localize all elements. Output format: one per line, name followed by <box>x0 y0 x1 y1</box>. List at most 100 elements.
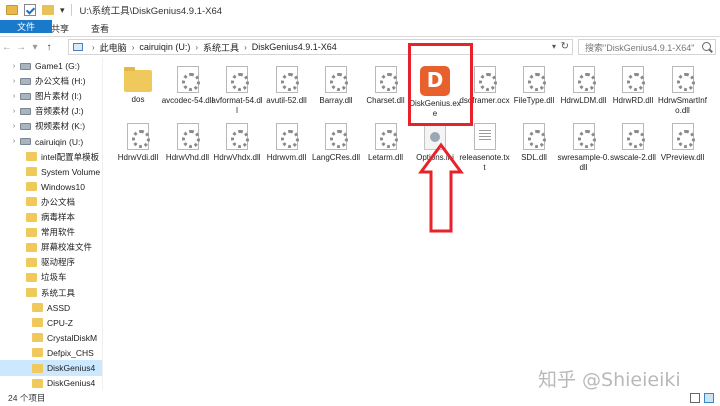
sidebar-item[interactable]: CrystalDiskM <box>0 330 102 346</box>
status-bar: 24 个项目 <box>0 390 720 406</box>
sidebar-item[interactable]: CPU-Z <box>0 315 102 331</box>
search-placeholder: 搜索"DiskGenius4.9.1-X64" <box>585 42 695 53</box>
expand-chevron-icon[interactable]: › <box>10 138 18 145</box>
dll-file-icon <box>325 66 348 93</box>
file-item[interactable]: HdrwRD.dll <box>607 66 659 106</box>
sidebar-item[interactable]: 办公文档 <box>0 194 102 210</box>
sidebar-item[interactable]: 常用软件 <box>0 224 102 240</box>
file-item[interactable]: avutil-52.dll <box>261 66 313 106</box>
sidebar-item-label: 系统工具 <box>41 287 76 298</box>
sidebar-item-label: ASSD <box>47 302 71 313</box>
sidebar-item[interactable]: intel配置单模板 <box>0 149 102 165</box>
breadcrumb-this-pc[interactable]: 此电脑 <box>100 41 127 54</box>
file-item[interactable]: Hdrwvm.dll <box>261 123 313 163</box>
window-title: U:\系统工具\DiskGenius4.9.1-X64 <box>79 6 223 17</box>
up-arrow-icon[interactable]: ↑ <box>42 42 56 53</box>
breadcrumb-current-folder[interactable]: DiskGenius4.9.1-X64 <box>252 42 337 52</box>
breadcrumb-chevron-icon[interactable]: › <box>244 43 247 52</box>
expand-chevron-icon[interactable]: › <box>10 63 18 70</box>
tab-file[interactable]: 文件 <box>0 20 52 33</box>
sidebar-item[interactable]: ASSD <box>0 300 102 316</box>
file-item[interactable]: LangCRes.dll <box>310 123 362 163</box>
sidebar-item-label: Windows10 <box>41 181 85 192</box>
sidebar-item[interactable]: 病毒样本 <box>0 209 102 225</box>
file-item[interactable]: HdrwVhd.dll <box>162 123 214 163</box>
large-icons-view-icon[interactable] <box>704 393 714 403</box>
file-item[interactable]: VPreview.dll <box>657 123 709 163</box>
breadcrumb-chevron-icon[interactable]: › <box>92 43 95 52</box>
address-bar[interactable]: › 此电脑 › cairuiqin (U:) › 系统工具 › DiskGeni… <box>68 39 573 55</box>
file-item[interactable]: swscale-2.dll <box>607 123 659 163</box>
search-input[interactable]: 搜索"DiskGenius4.9.1-X64" <box>578 39 716 55</box>
file-name: swscale-2.dll <box>610 153 656 162</box>
sidebar-item[interactable]: › Game1 (G:) <box>0 58 102 74</box>
sidebar-item[interactable]: › 视频素材 (K:) <box>0 118 102 134</box>
quick-access-dropdown-icon[interactable]: ▾ <box>60 5 65 16</box>
sidebar-item[interactable]: Windows10 <box>0 179 102 195</box>
file-item[interactable]: dos <box>112 66 164 105</box>
file-item[interactable]: Barray.dll <box>310 66 362 106</box>
file-item[interactable]: avformat-54.dll <box>211 66 263 115</box>
sidebar-item[interactable]: 驱动程序 <box>0 254 102 270</box>
sidebar-item-label: 垃圾车 <box>41 272 67 283</box>
expand-chevron-icon[interactable]: › <box>10 78 18 85</box>
folder-icon <box>26 288 37 297</box>
breadcrumb-chevron-icon[interactable]: › <box>132 43 135 52</box>
drive-icon <box>20 92 31 100</box>
tab-view[interactable]: 查看 <box>80 20 120 36</box>
refresh-icon[interactable]: ↻ <box>561 41 569 52</box>
folder-icon <box>26 152 37 162</box>
sidebar-item[interactable]: DiskGenius4 <box>0 360 102 376</box>
dll-file-icon <box>275 123 299 150</box>
file-item[interactable]: Charset.dll <box>360 66 412 106</box>
file-name: LangCRes.dll <box>311 153 361 162</box>
address-dropdown-icon[interactable]: ▾ <box>552 42 556 51</box>
new-folder-icon[interactable] <box>42 5 54 15</box>
expand-chevron-icon[interactable]: › <box>10 123 18 130</box>
file-item[interactable]: HdrwVhdx.dll <box>211 123 263 163</box>
drive-icon <box>20 138 31 145</box>
sidebar-item[interactable]: DiskGenius4 <box>0 375 102 390</box>
breadcrumb-system-tools[interactable]: 系统工具 <box>203 41 239 54</box>
file-item[interactable]: releasenote.txt <box>459 123 511 172</box>
drive-icon <box>20 122 31 130</box>
sidebar-item[interactable]: › 办公文档 (H:) <box>0 73 102 89</box>
forward-arrow-icon[interactable]: → <box>14 42 28 53</box>
address-row: ← → ▾ ↑ › 此电脑 › cairuiqin (U:) › 系统工具 › … <box>0 37 720 57</box>
file-item[interactable]: FileType.dll <box>508 66 560 106</box>
file-item[interactable]: swresample-0.dll <box>558 123 610 172</box>
file-item[interactable]: Letarm.dll <box>360 123 412 163</box>
breadcrumb-chevron-icon[interactable]: › <box>195 43 198 52</box>
sidebar-item[interactable]: 系统工具 <box>0 285 102 301</box>
details-view-icon[interactable] <box>690 393 700 403</box>
sidebar-item[interactable]: 屏幕校准文件 <box>0 239 102 255</box>
file-item[interactable]: SDL.dll <box>508 123 560 163</box>
dll-file-icon <box>127 123 150 150</box>
sidebar-item-label: 屏幕校准文件 <box>41 242 93 253</box>
sidebar-item[interactable]: Defpix_CHS <box>0 345 102 361</box>
expand-chevron-icon[interactable]: › <box>10 93 18 100</box>
sidebar-item[interactable]: System Volume <box>0 164 102 180</box>
sidebar-item[interactable]: › cairuiqin (U:) <box>0 134 102 150</box>
expand-chevron-icon[interactable]: › <box>10 108 18 115</box>
sidebar-item-label: 图片素材 (I:) <box>35 91 82 102</box>
file-item[interactable]: HdrwLDM.dll <box>558 66 610 106</box>
sidebar-item[interactable]: › 音频素材 (J:) <box>0 103 102 119</box>
file-name: dos <box>131 95 145 104</box>
navigation-pane[interactable]: › Game1 (G:) › 办公文档 (H:) › 图片素材 (I:) › 音频素材 (J:… <box>0 58 103 390</box>
back-arrow-icon[interactable]: ← <box>0 42 14 53</box>
file-item[interactable]: HdrwVdi.dll <box>112 123 164 163</box>
ribbon-tabs: 文件 主页 共享 查看 <box>0 20 720 37</box>
properties-icon[interactable] <box>24 4 36 16</box>
file-item[interactable]: avcodec-54.dll <box>162 66 214 106</box>
file-name: Hdrwvm.dll <box>266 153 307 162</box>
sidebar-item[interactable]: › 图片素材 (I:) <box>0 88 102 104</box>
recent-locations-icon[interactable]: ▾ <box>28 42 42 53</box>
file-item[interactable]: HdrwSmartInfo.dll <box>657 66 709 115</box>
file-name: Letarm.dll <box>367 153 404 162</box>
breadcrumb-drive[interactable]: cairuiqin (U:) <box>139 42 190 52</box>
sidebar-item[interactable]: 垃圾车 <box>0 269 102 285</box>
folder-icon <box>26 257 37 267</box>
sidebar-item-label: DiskGenius4 <box>47 363 96 373</box>
watermark: 知乎 @Shieieiki <box>538 369 681 391</box>
